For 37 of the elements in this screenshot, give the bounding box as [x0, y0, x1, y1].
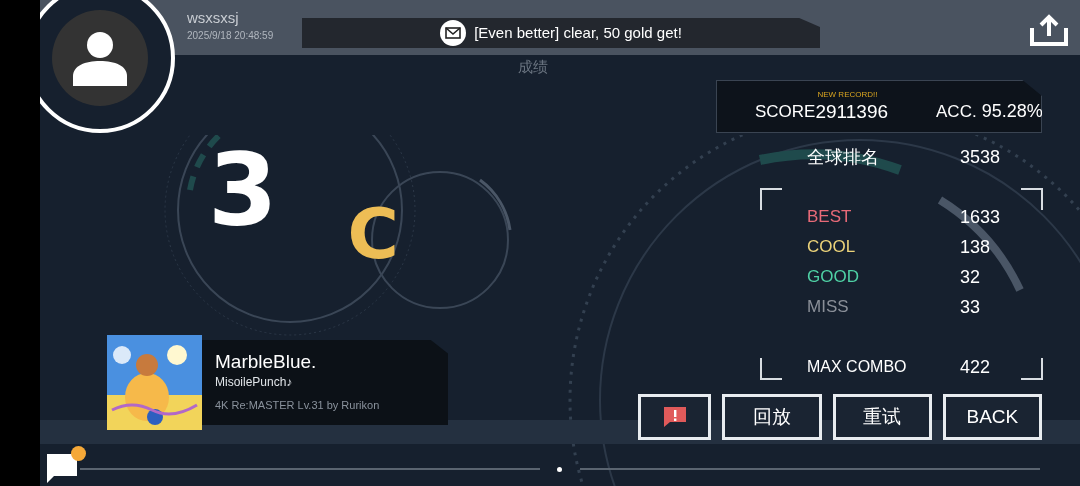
accuracy-value: 95.28% [981, 100, 1043, 123]
judgement-count: 1633 [960, 205, 1001, 229]
report-icon [662, 406, 687, 428]
score-value: 2911396 [815, 99, 889, 124]
page-title: 成绩 [518, 57, 548, 77]
action-button[interactable]: BACK [942, 394, 1042, 440]
max-combo-value: 422 [960, 355, 991, 379]
person-icon [73, 30, 127, 86]
song-artist: MisoilePunch♪ [215, 374, 294, 390]
song-title: MarbleBlue. [215, 350, 318, 374]
timestamp: 2025/9/18 20:48:59 [187, 29, 274, 43]
max-combo-label: MAX COMBO [807, 357, 908, 377]
judgement-label: COOL [807, 236, 857, 259]
bracket-corner [1021, 188, 1043, 210]
judgement-label: BEST [807, 206, 853, 229]
report-button[interactable] [638, 394, 712, 440]
bracket-corner [760, 188, 782, 210]
accuracy-label: ACC. [936, 100, 977, 123]
grade-letter: C [347, 199, 399, 269]
score-label: SCORE [755, 100, 816, 123]
rank-label: 全球排名 [807, 145, 880, 169]
judgement-label: MISS [807, 296, 850, 319]
judgement-count: 33 [960, 295, 981, 319]
bracket-corner [760, 358, 782, 380]
rank-value: 3538 [960, 145, 1002, 169]
player-name: wsxsxsj [187, 8, 240, 28]
judgement-count: 138 [960, 235, 991, 259]
judgement-count: 32 [960, 265, 981, 289]
bracket-corner [1021, 358, 1043, 380]
share-icon[interactable] [1030, 14, 1068, 46]
chart-info: 4K Re:MASTER Lv.31 by Rurikon [215, 398, 381, 412]
new-record-label: NEW RECORD!! [817, 89, 879, 100]
notice-text: [Even better] clear, 50 gold get! [474, 22, 682, 43]
judgement-label: GOOD [807, 266, 860, 289]
grade-number: 3 [208, 141, 278, 241]
action-button[interactable]: 回放 [722, 394, 822, 440]
action-button[interactable]: 重试 [832, 394, 932, 440]
